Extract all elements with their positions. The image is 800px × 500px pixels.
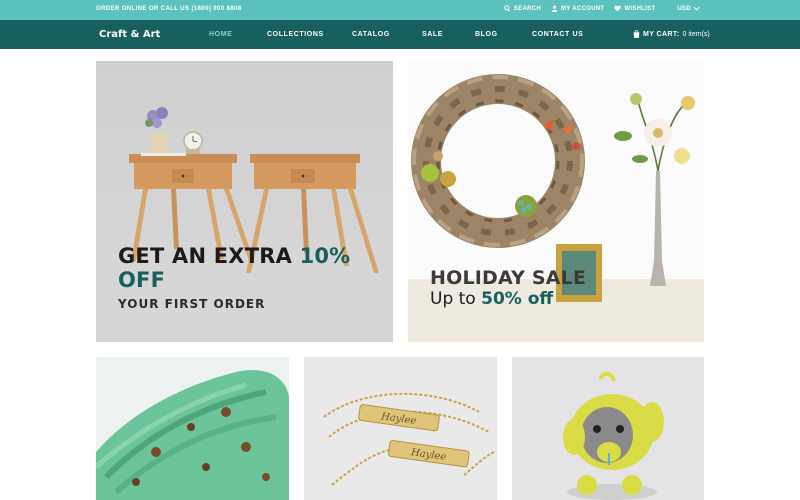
product-tile-yarn[interactable]	[96, 357, 289, 500]
nav-item-contact-us[interactable]: CONTACT US	[532, 31, 583, 38]
promo-banner-first-order[interactable]: GET AN EXTRA 10% OFF YOUR FIRST ORDER	[96, 61, 393, 342]
my-account-label: MY ACCOUNT	[561, 5, 605, 12]
wishlist-label: WISHLIST	[624, 5, 656, 12]
chevron-down-icon	[693, 6, 700, 11]
top-links: SEARCH MY ACCOUNT WISHLIST USD	[504, 5, 700, 12]
user-icon	[551, 5, 558, 12]
promo-headline: GET AN EXTRA 10% OFF	[118, 244, 350, 292]
top-bar: ORDER ONLINE OR CALL US (1800) 000 8808 …	[0, 0, 800, 20]
currency-selector[interactable]: USD	[677, 5, 700, 12]
product-tile-crochet-toy[interactable]	[512, 357, 704, 500]
site-logo[interactable]: Craft & Art	[99, 29, 160, 40]
nav-item-blog[interactable]: BLOG	[475, 31, 532, 38]
holiday-sale-discount: 50% off	[481, 289, 554, 309]
main-nav: Craft & Art HOME COLLECTIONS CATALOG SAL…	[0, 20, 800, 49]
contact-info: ORDER ONLINE OR CALL US (1800) 000 8808	[96, 6, 242, 12]
bracelet-image: Haylee Haylee	[304, 357, 497, 500]
nav-item-home[interactable]: HOME	[209, 31, 267, 38]
promo-banner-holiday-sale[interactable]: HOLIDAY SALE Up to 50% off	[408, 61, 704, 342]
cart-button[interactable]: MY CART: 0 item(s)	[633, 30, 710, 38]
wishlist-link[interactable]: WISHLIST	[614, 5, 655, 12]
cart-count: 0 item(s)	[682, 30, 710, 38]
yarn-image	[96, 357, 289, 500]
search-label: SEARCH	[513, 5, 541, 12]
product-tile-bracelet[interactable]: Haylee Haylee	[304, 357, 497, 500]
holiday-sale-subtitle: Up to 50% off	[430, 289, 553, 309]
currency-label: USD	[677, 5, 691, 12]
nav-item-collections[interactable]: COLLECTIONS	[267, 31, 352, 38]
promo-percent: 10%	[299, 244, 351, 268]
nav-item-sale[interactable]: SALE	[422, 31, 475, 38]
nav-item-catalog[interactable]: CATALOG	[352, 31, 422, 38]
holiday-sale-prefix: Up to	[430, 289, 482, 309]
search-icon	[504, 5, 510, 12]
crochet-toy-image	[512, 357, 704, 500]
promo-headline-text: GET AN EXTRA	[118, 244, 300, 268]
my-account-link[interactable]: MY ACCOUNT	[551, 5, 604, 12]
promo-subtitle: YOUR FIRST ORDER	[118, 297, 266, 311]
promo-off: OFF	[118, 268, 166, 292]
search-link[interactable]: SEARCH	[504, 5, 541, 12]
nav-menu: HOME COLLECTIONS CATALOG SALE BLOG CONTA…	[209, 31, 583, 38]
cart-label: MY CART:	[643, 30, 680, 38]
shopping-bag-icon	[633, 30, 640, 38]
heart-icon	[614, 5, 622, 12]
holiday-sale-title: HOLIDAY SALE	[430, 267, 587, 289]
